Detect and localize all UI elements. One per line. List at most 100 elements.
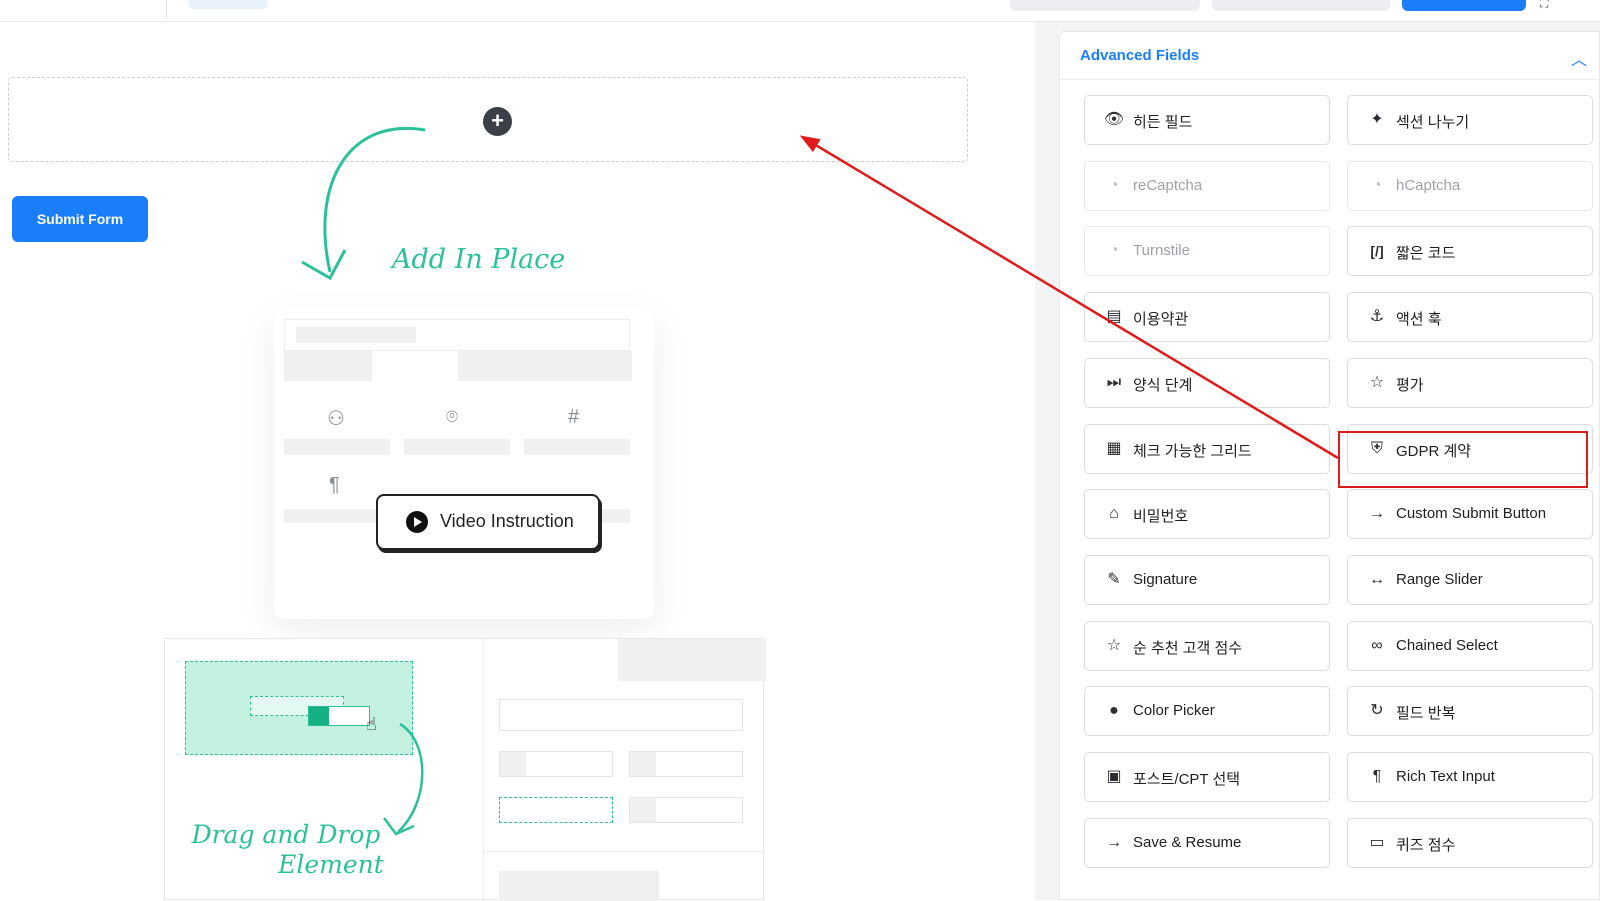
puzzle-icon: ✦	[1370, 111, 1384, 128]
placeholder-block	[524, 439, 630, 455]
placeholder-input	[629, 751, 743, 777]
field-button-label: Signature	[1133, 570, 1198, 588]
panel-title: Advanced Fields	[1080, 47, 1200, 64]
field-button-post-select[interactable]: ▣ 포스트/CPT 선택	[1084, 752, 1330, 802]
drag-drop-text-line1: Drag and Drop	[191, 820, 381, 849]
star-icon: ☆	[1369, 373, 1385, 391]
field-button-label: 순 추천 고객 점수	[1133, 639, 1243, 657]
lock-icon: ⌂	[1109, 505, 1119, 523]
form-canvas: + Submit Form Add In Place ⚇ ⌾ # ¶ Video…	[0, 22, 1035, 901]
placeholder-block	[630, 798, 656, 822]
field-button-recaptcha[interactable]: ◔ reCaptcha	[1084, 160, 1330, 211]
field-button-label: Save & Resume	[1133, 833, 1242, 851]
field-button-quiz[interactable]: ▭ 퀴즈 점수	[1347, 817, 1593, 868]
fullscreen-icon[interactable]: ⛶	[1540, 0, 1548, 11]
field-button-label: 양식 단계	[1133, 376, 1193, 394]
field-button-drop[interactable]: ● Color Picker	[1084, 686, 1330, 737]
drag-drop-text: Drag and Drop Element	[186, 820, 386, 880]
post-select-icon: ▣	[1106, 768, 1122, 785]
field-button-arrow-right[interactable]: → Custom Submit Button	[1347, 489, 1593, 540]
field-button-hcaptcha[interactable]: ◔ hCaptcha	[1347, 160, 1593, 211]
field-button-label: 퀴즈 점수	[1396, 836, 1456, 854]
field-button-label: Rich Text Input	[1396, 768, 1495, 785]
placeholder-input	[629, 797, 743, 823]
hcaptcha-icon: ◔	[1372, 176, 1382, 194]
hand-cursor-icon: ☝	[366, 714, 377, 734]
panel-header[interactable]: Advanced Fields ︿	[1060, 32, 1599, 80]
field-button-pen[interactable]: ✎ Signature	[1084, 554, 1330, 605]
chevron-up-icon[interactable]: ︿	[1571, 46, 1587, 70]
field-dropzone[interactable]: +	[8, 77, 968, 162]
add-field-icon[interactable]: +	[483, 107, 512, 136]
toolbar-divider	[166, 0, 167, 20]
toolbar-primary-button[interactable]	[1402, 0, 1526, 11]
toolbar-button-b[interactable]	[1212, 0, 1390, 11]
recaptcha-icon: ◔	[1109, 176, 1119, 194]
field-button-lock[interactable]: ⌂ 비밀번호	[1084, 489, 1330, 540]
field-button-hook[interactable]: ⚓ 액션 훅	[1347, 292, 1593, 343]
field-button-turnstile[interactable]: ◔ Turnstile	[1084, 226, 1330, 277]
arrow-right-icon: →	[1106, 833, 1122, 851]
pen-icon: ✎	[1107, 570, 1121, 588]
field-button-puzzle[interactable]: ✦ 섹션 나누기	[1347, 95, 1593, 145]
field-button-label: 짧은 코드	[1396, 245, 1456, 263]
field-button-link[interactable]: ∞ Chained Select	[1347, 620, 1593, 671]
field-button-steps[interactable]: ⏭ 양식 단계	[1084, 357, 1330, 408]
placeholder-block	[284, 351, 372, 381]
shortcode-icon: [/]	[1370, 243, 1384, 260]
location-icon: ⌾	[446, 406, 458, 428]
field-button-label: 평가	[1396, 376, 1424, 394]
field-button-document[interactable]: ▤ 이용약관	[1084, 292, 1330, 343]
field-button-label: 필드 반복	[1396, 705, 1456, 723]
toolbar-tab[interactable]	[188, 0, 268, 9]
steps-icon: ⏭	[1106, 373, 1122, 391]
video-instruction-label: Video Instruction	[440, 511, 574, 531]
top-toolbar: ⛶	[0, 0, 1600, 22]
column-divider	[483, 681, 484, 901]
dragged-field	[308, 706, 370, 726]
turnstile-icon: ◔	[1109, 242, 1119, 260]
placeholder-block	[458, 351, 632, 381]
field-button-label: Color Picker	[1133, 702, 1215, 720]
field-button-label: 히든 필드	[1133, 114, 1193, 131]
drag-element-box: ☝	[185, 661, 413, 755]
paragraph-icon: ¶	[329, 474, 340, 496]
field-button-arrow-right[interactable]: → Save & Resume	[1084, 817, 1330, 868]
document-icon: ▤	[1106, 308, 1122, 326]
play-icon	[406, 511, 428, 533]
submit-form-button[interactable]: Submit Form	[12, 196, 148, 242]
arrow-right-icon: →	[1369, 505, 1385, 523]
add-in-place-text: Add In Place	[392, 244, 566, 275]
quiz-icon: ▭	[1369, 833, 1385, 851]
video-instruction-button[interactable]: Video Instruction	[376, 494, 600, 550]
grid-check-icon: ▦	[1106, 439, 1122, 457]
drop-icon: ●	[1109, 702, 1119, 720]
field-button-label: Chained Select	[1396, 636, 1498, 654]
tab-placeholder	[618, 639, 766, 681]
number-icon: #	[568, 406, 580, 428]
field-button-label: hCaptcha	[1396, 176, 1461, 194]
field-button-shortcode[interactable]: [/] 짧은 코드	[1347, 226, 1593, 277]
dragged-field-accent	[309, 707, 329, 725]
placeholder-input	[499, 751, 613, 777]
field-button-star[interactable]: ☆ 평가	[1347, 357, 1593, 408]
star-outline-icon: ☆	[1106, 636, 1122, 654]
field-button-range[interactable]: ↔ Range Slider	[1347, 554, 1593, 605]
placeholder-block	[284, 439, 390, 455]
field-button-grid-check[interactable]: ▦ 체크 가능한 그리드	[1084, 423, 1330, 474]
field-button-label: Custom Submit Button	[1396, 505, 1547, 523]
field-button-label: 비밀번호	[1133, 508, 1189, 526]
row-divider	[483, 851, 765, 852]
field-button-paragraph[interactable]: ¶ Rich Text Input	[1347, 752, 1593, 802]
paragraph-icon: ¶	[1372, 768, 1382, 785]
toolbar-button-a[interactable]	[1010, 0, 1200, 11]
field-button-eye-slash[interactable]: 👁 히든 필드	[1084, 95, 1330, 145]
placeholder-block	[630, 752, 656, 776]
placeholder-block	[500, 752, 526, 776]
placeholder-block	[296, 327, 416, 343]
field-button-label: 이용약관	[1133, 311, 1189, 329]
field-button-label: 체크 가능한 그리드	[1133, 442, 1252, 460]
drop-target	[499, 797, 613, 823]
field-button-repeat[interactable]: ↻ 필드 반복	[1347, 686, 1593, 737]
field-button-star-outline[interactable]: ☆ 순 추천 고객 점수	[1084, 620, 1330, 671]
